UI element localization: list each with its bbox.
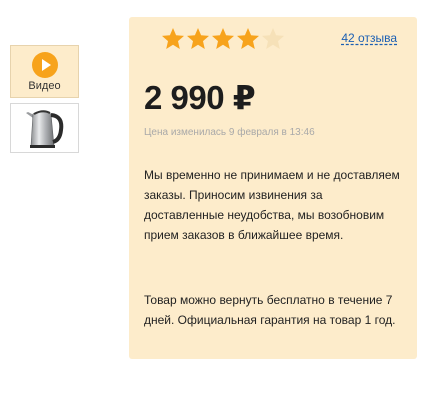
product-info-panel: 42 отзыва 2 990 ₽ Цена изменилась 9 февр… bbox=[129, 17, 417, 359]
rating-stars bbox=[161, 27, 286, 51]
kettle-image bbox=[26, 110, 64, 148]
star-filled-icon bbox=[237, 28, 259, 49]
price-change-note: Цена изменилась 9 февраля в 13:46 bbox=[144, 127, 315, 138]
video-thumbnail[interactable]: Видео bbox=[10, 45, 79, 98]
star-filled-icon bbox=[187, 28, 209, 49]
product-page: Видео 42 отзыва 2 990 ₽ Цена изменилась … bbox=[0, 0, 433, 403]
product-thumbnail[interactable] bbox=[10, 103, 79, 153]
reviews-link[interactable]: 42 отзыва bbox=[341, 31, 397, 45]
price: 2 990 ₽ bbox=[144, 79, 256, 116]
return-warranty-notice: Товар можно вернуть бесплатно в течение … bbox=[144, 293, 396, 327]
star-filled-icon bbox=[212, 28, 234, 49]
star-filled-icon bbox=[162, 28, 184, 49]
play-icon bbox=[31, 52, 58, 78]
orders-suspended-notice: Мы временно не принимаем и не доставляем… bbox=[144, 168, 400, 242]
video-label: Видео bbox=[28, 80, 61, 92]
star-empty-icon bbox=[262, 28, 284, 49]
